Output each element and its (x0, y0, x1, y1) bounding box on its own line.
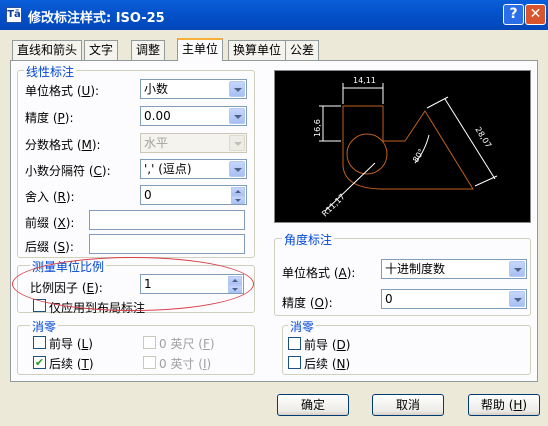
close-button[interactable]: ✕ (525, 4, 546, 25)
dim-left-text: 16,6 (313, 119, 322, 137)
trailing-zero-label: 后续 (T) (49, 357, 94, 371)
dim-right-text: 28,07 (473, 125, 493, 149)
preview-drawing: 14,11 16,6 28,07 R11,17 80° (313, 76, 498, 218)
angular-group-title: 角度标注 (282, 231, 335, 248)
chevron-down-icon (229, 135, 245, 151)
fraction-format-select: 水平 (140, 133, 247, 153)
window-title: 修改标注样式: ISO-25 (28, 11, 165, 26)
precision-select[interactable]: 0.00 (140, 106, 247, 126)
highlight-ellipse (12, 257, 254, 311)
preview-image: 14,11 16,6 28,07 R11,17 80° (274, 70, 531, 223)
decimal-separator-label: 小数分隔符 (C): (25, 164, 111, 178)
unit-format-label: 单位格式 (U): (25, 84, 100, 98)
precision-label: 精度 (P): (25, 111, 74, 125)
chevron-down-icon (229, 161, 245, 177)
leading-zero-checkbox[interactable] (33, 336, 46, 349)
zero-feet-checkbox (143, 336, 156, 349)
angular-precision-label: 精度 (O): (282, 296, 333, 310)
zero-inches-checkbox (143, 356, 156, 369)
title-bar[interactable]: Tā 修改标注样式: ISO-25 ? ✕ (0, 0, 548, 30)
round-off-input[interactable]: 0 (140, 185, 247, 205)
help-button[interactable]: 帮助 (H) (468, 394, 540, 416)
linear-group-title: 线性标注 (24, 63, 77, 80)
angular-leading-label: 前导 (D) (304, 338, 351, 352)
tab-text[interactable]: 文字 (84, 40, 119, 60)
unit-format-select[interactable]: 小数 (140, 79, 247, 99)
help-title-button[interactable]: ? (503, 4, 524, 25)
angular-unit-format-select[interactable]: 十进制度数 (381, 259, 527, 279)
suffix-input[interactable] (89, 234, 245, 254)
round-off-label: 舍入 (R): (25, 190, 75, 204)
angular-trailing-label: 后续 (N) (304, 357, 351, 371)
chevron-down-icon (229, 81, 245, 97)
tab-tolerances[interactable]: 公差 (285, 40, 320, 60)
chevron-down-icon (509, 261, 525, 277)
ok-button[interactable]: 确定 (277, 394, 349, 416)
spin-up-icon[interactable] (231, 187, 245, 196)
angular-zero-title: 消零 (288, 318, 317, 335)
angular-unit-format-label: 单位格式 (A): (282, 266, 356, 280)
tab-alternate-units[interactable]: 换算单位 (228, 40, 287, 60)
zero-suppression-title: 消零 (30, 318, 59, 335)
chevron-down-icon (229, 108, 245, 124)
angular-trailing-checkbox[interactable] (288, 356, 301, 369)
spin-down-icon[interactable] (231, 196, 245, 204)
trailing-zero-checkbox[interactable]: ✔ (33, 356, 46, 369)
fraction-format-label: 分数格式 (M): (25, 138, 101, 152)
prefix-label: 前缀 (X): (25, 216, 75, 230)
tab-lines-arrows[interactable]: 直线和箭头 (12, 40, 83, 60)
part-outline (342, 105, 474, 190)
tab-primary-units[interactable]: 主单位 (177, 38, 224, 61)
dim-top-text: 14,11 (353, 76, 376, 85)
suffix-label: 后缀 (S): (25, 240, 74, 254)
prefix-input[interactable] (89, 210, 245, 230)
app-icon: Tā (6, 7, 22, 23)
cancel-button[interactable]: 取消 (372, 394, 444, 416)
zero-inches-label: 0 英寸 (I) (159, 357, 212, 371)
angular-precision-select[interactable]: 0 (381, 289, 527, 309)
chevron-down-icon (509, 291, 525, 307)
tab-fit[interactable]: 调整 (131, 40, 166, 60)
leading-zero-label: 前导 (L) (49, 337, 93, 351)
dimension-lines (319, 83, 498, 212)
decimal-separator-select[interactable]: ',' (逗点) (140, 159, 247, 179)
zero-feet-label: 0 英尺 (F) (159, 337, 215, 351)
dim-radius-text: R11,17 (320, 192, 347, 218)
angular-leading-checkbox[interactable] (288, 337, 301, 350)
